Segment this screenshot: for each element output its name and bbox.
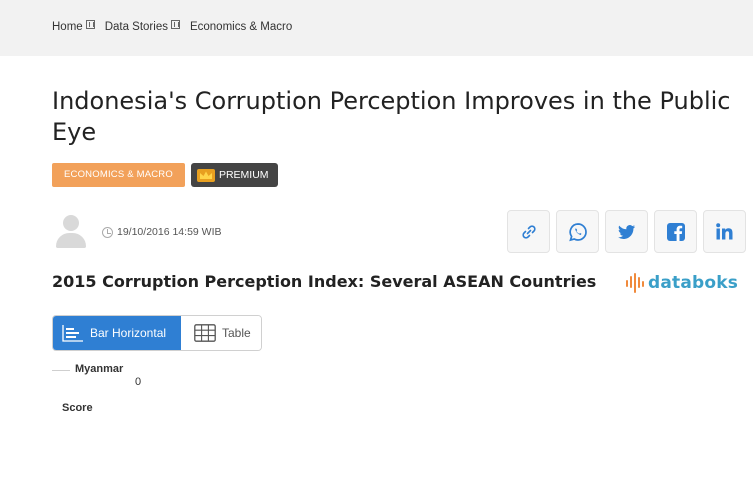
linkedin-share-button[interactable] [703,210,746,253]
databoks-logo-text: databoks [648,273,739,293]
chart-view-toggle: Bar Horizontal Table [52,315,262,351]
breadcrumb-separator-icon [85,19,95,29]
bar-horizontal-label: Bar Horizontal [90,326,167,340]
breadcrumb-economics-macro[interactable]: Economics & Macro [190,21,292,33]
copy-link-button[interactable] [507,210,550,253]
databoks-logo-icon [626,273,644,293]
bar-chart-icon [62,325,83,342]
twitter-icon [617,224,635,239]
link-icon [521,224,536,239]
value-label-myanmar: 0 [135,376,142,388]
premium-badge: PREMIUM [190,163,278,187]
crown-icon [196,168,215,182]
bar-chart: Myanmar 0 Score [52,360,352,420]
article-meta: 19/10/2016 14:59 WIB [52,213,222,251]
bar-horizontal-toggle[interactable]: Bar Horizontal [53,316,181,350]
category-label-myanmar: Myanmar [75,363,124,375]
table-icon [194,324,216,342]
whatsapp-icon [568,222,587,241]
category-axis-line [52,370,70,371]
facebook-icon [666,222,685,241]
publish-date: 19/10/2016 14:59 WIB [117,226,222,238]
avatar [52,213,90,251]
clock-icon [102,226,113,238]
twitter-share-button[interactable] [605,210,648,253]
breadcrumb-data-stories[interactable]: Data Stories [105,21,168,33]
legend-score: Score [62,402,93,414]
category-tag[interactable]: ECONOMICS & MACRO [52,163,185,187]
facebook-share-button[interactable] [654,210,697,253]
table-toggle[interactable]: Table [181,316,261,350]
page-title: Indonesia's Corruption Perception Improv… [52,87,731,146]
table-label: Table [222,326,251,340]
breadcrumb-separator-icon [170,19,180,29]
databoks-logo[interactable]: databoks [625,272,738,294]
breadcrumb-bar: Home Data Stories Economics & Macro [0,0,753,56]
chart-title: 2015 Corruption Perception Index: Severa… [52,272,597,291]
premium-label: PREMIUM [218,169,269,181]
breadcrumb-home[interactable]: Home [52,21,83,33]
linkedin-icon [716,223,733,240]
tag-row: ECONOMICS & MACRO PREMIUM [52,163,278,187]
breadcrumb: Home Data Stories Economics & Macro [52,19,292,33]
share-buttons [507,210,746,253]
whatsapp-share-button[interactable] [556,210,599,253]
